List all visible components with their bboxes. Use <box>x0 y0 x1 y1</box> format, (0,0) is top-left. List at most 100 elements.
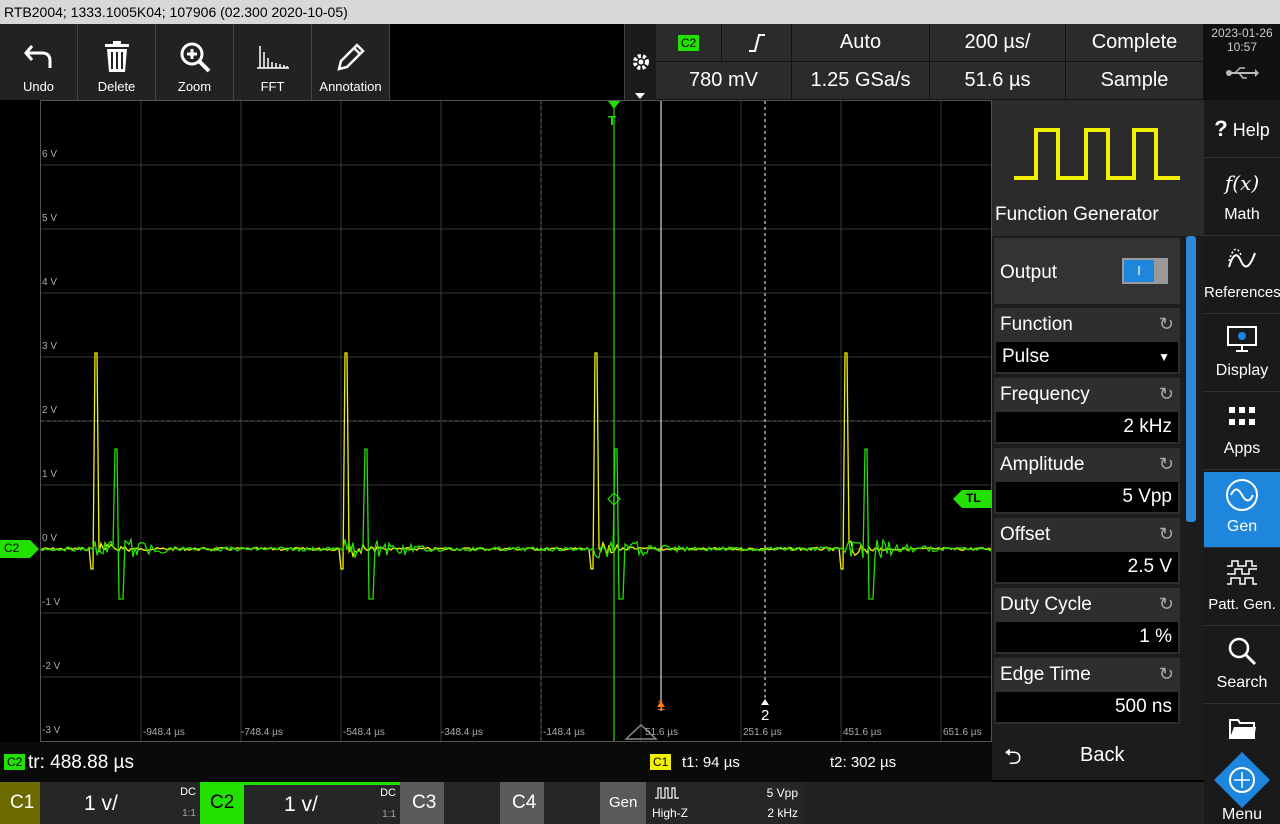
trigger-position-marker[interactable]: T <box>608 113 616 128</box>
search-button[interactable]: Search <box>1204 628 1280 704</box>
settings-button[interactable] <box>624 24 656 100</box>
waveform-display[interactable]: 6 V 5 V 4 V 3 V 2 V 1 V 0 V -1 V -2 V -3… <box>40 100 992 742</box>
cursor-t2-readout[interactable]: t2: 302 µs <box>830 754 896 771</box>
param-label: Offset <box>1000 524 1051 545</box>
math-button[interactable]: f(x) Math <box>1204 160 1280 236</box>
date: 2023-01-26 <box>1211 26 1273 40</box>
x-tick-label: -948.4 µs <box>143 727 185 738</box>
channel-1-tab[interactable]: C1 <box>0 782 40 824</box>
apps-button[interactable]: Apps <box>1204 394 1280 470</box>
param-label: Function <box>1000 314 1073 335</box>
zoom-button[interactable]: Zoom <box>156 24 234 100</box>
duty-cycle-param[interactable]: Duty Cycle ↻ 1 % <box>994 588 1180 654</box>
channel-1-settings[interactable]: 1 v/ DC 1:1 <box>40 782 200 824</box>
undo-icon <box>23 35 54 79</box>
y-tick-label: 3 V <box>42 341 58 352</box>
status-bar: C2 tr: 488.88 µs C1 t1: 94 µs t2: 302 µs <box>0 742 992 782</box>
display-button[interactable]: Display <box>1204 316 1280 392</box>
channel-3-tab[interactable]: C3 <box>400 782 444 824</box>
help-label: Help <box>1232 120 1270 140</box>
menu-label: Menu <box>1221 806 1263 823</box>
generator-settings[interactable]: High-Z 5 Vpp 2 kHz <box>646 782 804 824</box>
output-toggle[interactable]: I <box>1122 258 1168 284</box>
fft-button[interactable]: FFT <box>234 24 312 100</box>
trigger-level[interactable]: 780 mV <box>656 62 792 100</box>
x-tick-label: -548.4 µs <box>343 727 385 738</box>
trigger-mode[interactable]: Auto <box>792 24 930 62</box>
reset-icon[interactable]: ↻ <box>1159 594 1174 615</box>
reset-icon[interactable]: ↻ <box>1159 664 1174 685</box>
param-label: Amplitude <box>1000 454 1085 475</box>
trigger-edge[interactable] <box>722 24 792 62</box>
x-tick-label: -748.4 µs <box>241 727 283 738</box>
delete-button[interactable]: Delete <box>78 24 156 100</box>
channel-1-coupling: DC <box>180 786 196 798</box>
acquisition-mode[interactable]: Sample <box>1066 62 1204 100</box>
toggle-knob: I <box>1124 260 1154 282</box>
reset-icon[interactable]: ↻ <box>1159 524 1174 545</box>
reset-icon[interactable]: ↻ <box>1159 314 1174 335</box>
x-tick-label: 451.6 µs <box>843 727 882 738</box>
file-button[interactable] <box>1204 706 1280 746</box>
reset-icon[interactable]: ↻ <box>1159 384 1174 405</box>
timebase[interactable]: 200 µs/ <box>930 24 1066 62</box>
generator-frequency: 2 kHz <box>767 806 798 820</box>
pulse-icon <box>655 787 679 799</box>
generator-tab[interactable]: Gen <box>600 782 646 824</box>
edge-time-field[interactable]: 500 ns <box>996 692 1178 722</box>
output-label: Output <box>1000 262 1058 283</box>
gen-button[interactable]: Gen <box>1204 472 1280 548</box>
frequency-field[interactable]: 2 kHz <box>996 412 1178 442</box>
offset-field[interactable]: 2.5 V <box>996 552 1178 582</box>
channel-4-tab[interactable]: C4 <box>500 782 544 824</box>
select-value: Pulse <box>1002 346 1050 367</box>
function-select[interactable]: Pulse ▼ <box>996 342 1178 372</box>
offset-param[interactable]: Offset ↻ 2.5 V <box>994 518 1180 584</box>
function-param[interactable]: Function ↻ Pulse ▼ <box>994 308 1180 374</box>
y-tick-label: 1 V <box>42 469 58 480</box>
help-button[interactable]: ? Help <box>1204 100 1280 158</box>
pattern-generator-button[interactable]: Patt. Gen. <box>1204 550 1280 626</box>
edge-time-param[interactable]: Edge Time ↻ 500 ns <box>994 658 1180 724</box>
channel-2-settings[interactable]: 1 v/ DC 1:1 <box>244 782 400 824</box>
channel-3-settings[interactable] <box>444 782 500 824</box>
y-tick-label: -3 V <box>42 725 61 736</box>
cursor-1-marker[interactable]: 1 <box>657 697 665 714</box>
sample-rate[interactable]: 1.25 GSa/s <box>792 62 930 100</box>
reset-icon[interactable]: ↻ <box>1159 454 1174 475</box>
channel-4-settings[interactable] <box>544 782 600 824</box>
math-label: Math <box>1224 206 1260 223</box>
output-toggle-row[interactable]: Output I <box>994 238 1180 304</box>
side-menu: ? Help f(x) Math References Display Apps… <box>1204 100 1280 824</box>
trigger-source[interactable]: C2 <box>656 24 722 62</box>
cursor-2-marker[interactable]: 2 <box>761 707 769 724</box>
channel-1-waveform <box>41 352 991 570</box>
rs-logo-icon <box>1204 748 1280 808</box>
trigger-level-marker[interactable]: TL <box>952 490 992 508</box>
zoom-label: Zoom <box>177 79 212 94</box>
undo-button[interactable]: Undo <box>0 24 78 100</box>
monitor-icon <box>1204 316 1280 362</box>
acquisition-state[interactable]: Complete <box>1066 24 1204 62</box>
channel-2-tab[interactable]: C2 <box>200 782 244 824</box>
references-label: References <box>1204 284 1280 301</box>
waveform-svg <box>41 101 991 741</box>
toolbar: Undo Delete Zoom FFT Annotation <box>0 24 390 100</box>
rise-time-measurement[interactable]: tr: 488.88 µs <box>28 752 134 774</box>
channel-2-offset-marker[interactable]: C2 <box>0 540 40 558</box>
back-button[interactable]: ⮌ Back <box>992 730 1202 780</box>
x-tick-label: 651.6 µs <box>943 727 982 738</box>
references-button[interactable]: References <box>1204 238 1280 314</box>
menu-button[interactable]: Menu <box>1204 748 1280 824</box>
annotation-button[interactable]: Annotation <box>312 24 390 100</box>
zoom-icon <box>179 35 211 79</box>
cursor-t1-readout[interactable]: t1: 94 µs <box>682 754 740 771</box>
patt-gen-label: Patt. Gen. <box>1208 596 1276 613</box>
scrollbar[interactable] <box>1186 236 1196 522</box>
horizontal-position[interactable]: 51.6 µs <box>930 62 1066 100</box>
duty-cycle-field[interactable]: 1 % <box>996 622 1178 652</box>
frequency-param[interactable]: Frequency ↻ 2 kHz <box>994 378 1180 444</box>
undo-label: Undo <box>22 79 55 94</box>
amplitude-field[interactable]: 5 Vpp <box>996 482 1178 512</box>
amplitude-param[interactable]: Amplitude ↻ 5 Vpp <box>994 448 1180 514</box>
